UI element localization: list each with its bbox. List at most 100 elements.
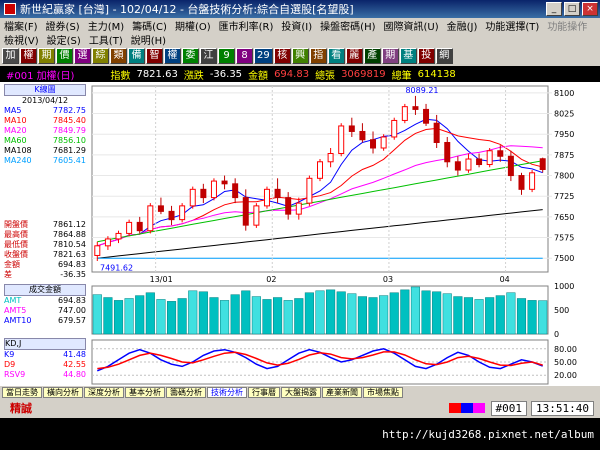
toolbar-button[interactable]: 期 [381,48,399,64]
toolbar-button[interactable]: 權 [164,48,181,64]
toolbar-button[interactable]: 指 [309,48,327,64]
toolbar-button[interactable]: 看 [327,48,345,64]
toolbar-button[interactable]: 基 [399,48,417,64]
ma-value: 7782.75 [52,106,86,115]
amount-bar [485,297,495,335]
amount-bar [156,299,166,335]
amount-bar [326,289,336,335]
amount-bar [347,293,357,335]
ma-legend-item: MA20 7849.79 [4,126,86,136]
price-tick-label: 8100 [554,89,574,98]
toolbar-button[interactable]: 價 [56,48,73,64]
status-bar: 精誠 #001 13:51:40 [0,398,600,418]
ma-name: MA240 [4,156,32,165]
toolbar-button[interactable]: 9 [218,48,235,64]
candle-body [115,232,122,240]
analysis-tab[interactable]: 深度分析 [84,386,124,398]
kdj-name: D9 [4,360,16,369]
analysis-tab[interactable]: 橫向分析 [43,386,83,398]
toolbar-button[interactable]: 加 [2,48,19,64]
analysis-tab[interactable]: 市場焦點 [363,386,403,398]
toolbar-button[interactable]: 權 [20,48,37,64]
stock-chart[interactable]: 8100 8025 7950 7875 7800 7725 7650 7575 7500 8089… [0,82,600,386]
menu-item[interactable]: 匯市利率(R) [219,18,274,33]
date-tick-label: 13/01 [150,275,173,284]
menu-item[interactable]: 工具(T) [89,32,123,47]
menu-item[interactable]: 操盤密碼(H) [320,18,375,33]
amount-bar [506,292,516,335]
menu-item[interactable]: 功能操作 [547,18,587,33]
toolbar-button[interactable]: 備 [128,48,145,64]
ma-name: MA5 [4,106,22,115]
menu-item[interactable]: 投資(I) [281,18,312,33]
kdj-legend: KD,J K9 41.48 D9 42.55 RSV9 44.80 [4,338,86,380]
ohlc-legend: 開盤價 7861.12 最高價 7864.88 最低價 7810.54 收盤價 7821.63… [4,220,86,280]
chart-area[interactable]: 8100 8025 7950 7875 7800 7725 7650 7575 7500 8089… [0,82,600,386]
analysis-tab[interactable]: 產業新聞 [322,386,362,398]
toolbar-button[interactable]: 智 [146,48,163,64]
menu-item[interactable]: 檢視(V) [4,32,39,47]
menu-item[interactable]: 檔案(F) [4,18,38,33]
amount-bar [336,291,346,335]
amount-value: 694.83 [58,296,86,305]
analysis-tab[interactable]: 當日走勢 [2,386,42,398]
ma-value: 7605.41 [52,156,86,165]
ohlc-value: -36.35 [60,270,86,279]
analysis-tab[interactable]: 大盤揭露 [281,386,321,398]
minimize-button[interactable]: _ [546,2,562,16]
analysis-tab[interactable]: 技術分析 [207,386,247,398]
candle-body [497,150,504,157]
ohlc-value: 7861.12 [52,220,86,229]
amount-bar [357,296,367,335]
toolbar-button[interactable]: 選 [74,48,91,64]
menu-item[interactable]: 期權(O) [175,18,211,33]
quote-count: 614138 [417,68,456,80]
toolbar-button[interactable]: 興 [291,48,309,64]
maximize-button[interactable]: □ [564,2,580,16]
ohlc-item: 開盤價 7861.12 [4,220,86,230]
ohlc-name: 開盤價 [4,220,28,229]
toolbar-button[interactable]: 類 [110,48,127,64]
amount-legend: 成交金額 AMT 694.83 AMT5 747.00 AMT10 679.57 [4,284,86,326]
analysis-tab[interactable]: 基本分析 [125,386,165,398]
toolbar-button[interactable]: 網 [435,48,453,64]
menu-item[interactable]: 國際資訊(U) [384,18,439,33]
amount-bar [251,296,261,335]
analysis-tab[interactable]: 行事曆 [248,386,280,398]
menu-item[interactable]: 籌碼(C) [132,18,167,33]
menu-item[interactable]: 設定(S) [47,32,81,47]
toolbar-button[interactable]: 29 [254,48,273,64]
ohlc-value: 7810.54 [52,240,86,249]
toolbar-button[interactable]: 委 [182,48,199,64]
toolbar-button[interactable]: 綜 [92,48,109,64]
candle-body [221,180,228,185]
toolbar-button[interactable]: 核 [273,48,291,64]
close-button[interactable]: × [582,2,598,16]
kdj-tick-label: 80.00 [554,345,577,354]
toolbar-button[interactable]: 投 [417,48,435,64]
toolbar-button[interactable]: 產 [363,48,381,64]
toolbar-button[interactable]: 期 [38,48,55,64]
menu-item[interactable]: 主力(M) [88,18,124,33]
quote-vol: 3069819 [341,68,386,80]
kdj-title: KD,J [4,338,86,350]
candle-body [454,161,461,171]
amount-bar [230,294,240,335]
amount-bar [400,289,410,335]
price-tick-label: 7800 [554,172,574,181]
amount-bar [463,297,474,335]
candle-body [179,205,186,221]
toolbar-button[interactable]: 8 [236,48,253,64]
analysis-tab[interactable]: 籌碼分析 [166,386,206,398]
menu-item[interactable]: 說明(H) [131,32,166,47]
amount-bar [516,298,527,335]
menu-item[interactable]: 功能選擇(T) [485,18,539,33]
ma-name: MA10 [4,116,27,125]
candle-body [486,150,493,166]
toolbar-button[interactable]: 麗 [345,48,363,64]
toolbar-button[interactable]: 江 [200,48,217,64]
candle-body [391,119,398,138]
menu-item[interactable]: 證券(S) [46,18,80,33]
amount-legend-item: AMT5 747.00 [4,306,86,316]
menu-item[interactable]: 金融(J) [447,18,478,33]
